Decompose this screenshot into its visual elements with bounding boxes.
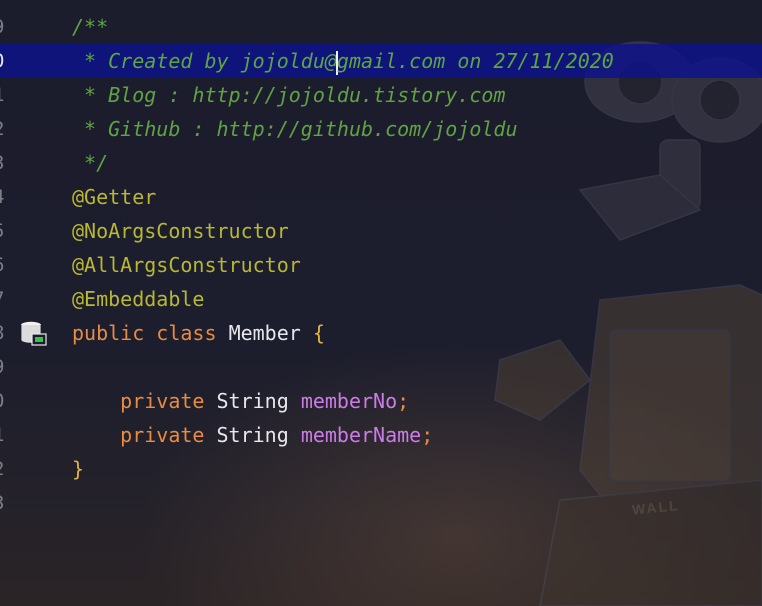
code-line[interactable]: 2 * Github : http://github.com/jojoldu (0, 112, 762, 146)
code-text[interactable]: public class Member { (72, 316, 325, 350)
code-token-keyword: class (156, 321, 217, 345)
code-token-comment: gmail.com on 27/11/2020 (336, 49, 614, 73)
code-line[interactable]: 2} (0, 452, 762, 486)
code-line[interactable]: 4 @Getter (0, 180, 762, 214)
line-number[interactable]: 6 (0, 248, 13, 282)
code-text[interactable]: */ (72, 146, 108, 180)
code-token-comment: * Blog : http://jojoldu.tistory.com (72, 83, 506, 107)
code-token-comment: * Github : http://github.com/jojoldu (72, 117, 518, 141)
line-number[interactable]: 1 (0, 418, 13, 452)
code-token-field: memberName (300, 423, 422, 447)
code-line[interactable]: 1 * Blog : http://jojoldu.tistory.com (0, 78, 762, 112)
code-token-annot: @Embeddable (72, 287, 205, 311)
code-token-keyword: public (72, 321, 145, 345)
code-line[interactable]: 5 @NoArgsConstructor (0, 214, 762, 248)
line-number[interactable]: 4 (0, 180, 13, 214)
code-token-type: String (216, 423, 289, 447)
code-token-annot: @NoArgsConstructor (72, 219, 289, 243)
code-line[interactable]: 9 (0, 350, 762, 384)
code-text[interactable]: @AllArgsConstructor (72, 248, 301, 282)
code-line[interactable]: 8 public class Member { (0, 316, 762, 350)
code-text[interactable]: @Embeddable (72, 282, 204, 316)
line-number[interactable]: 7 (0, 282, 13, 316)
code-token-annot: @Getter (72, 185, 157, 209)
code-token-type: Member (228, 321, 301, 345)
line-number[interactable]: 3 (0, 146, 13, 180)
code-text[interactable]: * Github : http://github.com/jojoldu (72, 112, 518, 146)
code-token-punct: ; (397, 389, 410, 413)
code-line[interactable]: 6 @AllArgsConstructor (0, 248, 762, 282)
line-number[interactable]: 0 (0, 384, 13, 418)
code-token-comment: * Created by jojoldu@ (72, 49, 337, 73)
code-text[interactable]: private String memberNo; (72, 384, 409, 418)
code-token-comment: /** (72, 15, 109, 39)
code-text[interactable]: private String memberName; (72, 418, 433, 452)
line-number[interactable]: 9 (0, 10, 13, 44)
code-editor[interactable]: 9 /** 0 * Created by jojoldu@gmail.com on … (0, 10, 762, 520)
code-token-brace: } (72, 457, 85, 481)
line-number[interactable]: 9 (0, 350, 13, 384)
code-token-comment: */ (72, 151, 109, 175)
code-token-keyword: private (120, 389, 205, 413)
code-token-punct: ; (421, 423, 434, 447)
line-number[interactable]: 0 (0, 44, 13, 78)
code-text[interactable]: * Blog : http://jojoldu.tistory.com (72, 78, 505, 112)
code-token-field: memberNo (300, 389, 398, 413)
line-number[interactable]: 8 (0, 316, 13, 350)
code-token-type: String (216, 389, 289, 413)
code-text[interactable]: * Created by jojoldu@gmail.com on 27/11/… (72, 44, 614, 78)
code-line[interactable]: 9 /** (0, 10, 762, 44)
line-number[interactable]: 2 (0, 452, 13, 486)
line-number[interactable]: 1 (0, 78, 13, 112)
line-number[interactable]: 3 (0, 486, 13, 520)
code-line[interactable]: 1 private String memberName; (0, 418, 762, 452)
code-text[interactable]: } (72, 452, 84, 486)
database-entity-icon[interactable] (20, 321, 48, 347)
code-token-keyword: private (120, 423, 205, 447)
code-text[interactable]: /** (72, 10, 108, 44)
code-line[interactable]: 3 */ (0, 146, 762, 180)
code-line[interactable]: 0 private String memberNo; (0, 384, 762, 418)
code-line[interactable]: 3 (0, 486, 762, 520)
line-number[interactable]: 2 (0, 112, 13, 146)
code-text[interactable]: @NoArgsConstructor (72, 214, 289, 248)
code-line[interactable]: 7 @Embeddable (0, 282, 762, 316)
code-text[interactable]: @Getter (72, 180, 156, 214)
code-token-brace: { (312, 321, 325, 345)
current-code-line[interactable]: 0 * Created by jojoldu@gmail.com on 27/1… (0, 44, 762, 78)
code-token-annot: @AllArgsConstructor (72, 253, 301, 277)
line-number[interactable]: 5 (0, 214, 13, 248)
